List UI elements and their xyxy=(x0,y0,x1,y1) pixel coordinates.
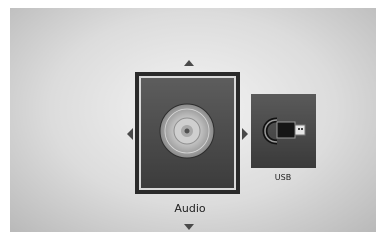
disc-icon xyxy=(159,103,215,159)
up-arrow-icon[interactable] xyxy=(184,60,194,66)
down-arrow-icon[interactable] xyxy=(184,224,194,230)
left-arrow-icon[interactable] xyxy=(127,128,133,140)
menu-label-usb: USB xyxy=(274,173,292,182)
menu-tile-audio-frame xyxy=(139,76,236,190)
right-arrow-icon[interactable] xyxy=(242,128,248,140)
usb-icon xyxy=(262,117,306,145)
menu-label-audio: Audio xyxy=(174,202,206,215)
menu-tile-audio[interactable] xyxy=(135,72,240,194)
home-menu-screen: Audio USB xyxy=(10,8,376,232)
menu-tile-usb[interactable] xyxy=(251,94,316,168)
